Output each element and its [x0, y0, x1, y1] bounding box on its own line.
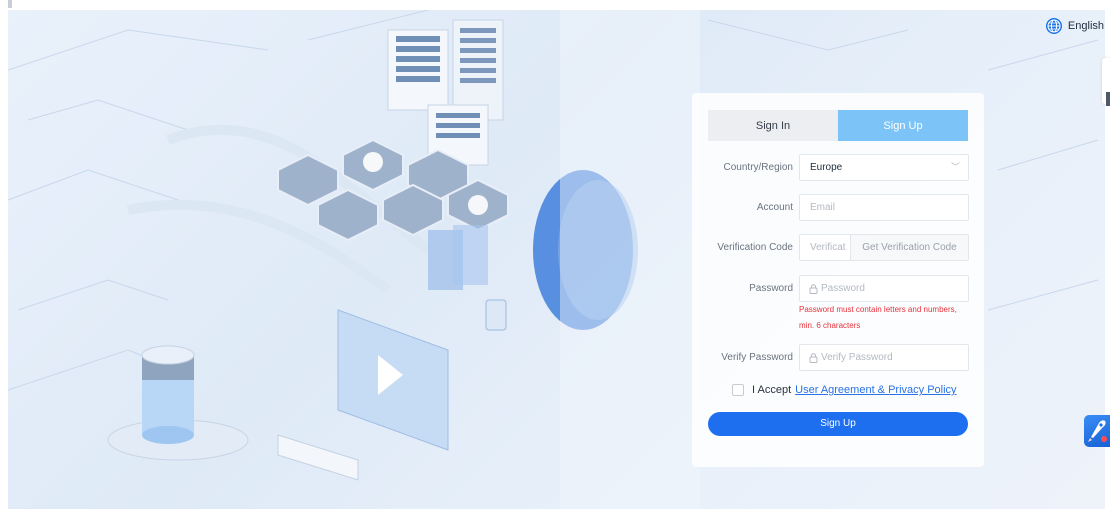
lock-icon	[809, 284, 818, 294]
country-value: Europe	[810, 162, 843, 173]
account-placeholder: Email	[810, 202, 836, 213]
chevron-down-icon: ﹀	[950, 162, 960, 172]
tab-sign-in[interactable]: Sign In	[708, 110, 838, 141]
account-label: Account	[756, 202, 793, 213]
verify-password-row: Verify Password Verify Password	[692, 344, 984, 371]
verify-password-input[interactable]: Verify Password	[799, 344, 969, 371]
password-placeholder: Password	[821, 283, 865, 294]
tab-sign-up[interactable]: Sign Up	[838, 110, 968, 141]
window-edge-marker	[8, 0, 12, 8]
signup-panel: Sign In Sign Up Country/Region Europe ﹀ …	[692, 93, 984, 467]
verify-password-label: Verify Password	[721, 352, 793, 363]
verification-placeholder: Verificat	[810, 242, 846, 253]
verification-label: Verification Code	[717, 242, 793, 253]
tab-sign-in-label: Sign In	[755, 119, 791, 132]
side-panel-handle	[1106, 92, 1110, 106]
password-input[interactable]: Password	[799, 275, 969, 302]
account-input[interactable]: Email	[799, 194, 969, 221]
globe-icon	[1045, 18, 1062, 34]
password-row: Password Password	[692, 275, 984, 302]
agreement-row: I Accept User Agreement & Privacy Policy	[732, 383, 957, 397]
country-label: Country/Region	[723, 162, 793, 173]
verify-password-placeholder: Verify Password	[821, 352, 893, 363]
rocket-launcher-button[interactable]	[1084, 415, 1110, 447]
agreement-checkbox[interactable]	[732, 384, 744, 396]
tab-sign-up-label: Sign Up	[883, 119, 923, 132]
country-row: Country/Region Europe ﹀	[692, 154, 984, 181]
lock-icon	[809, 353, 818, 363]
sign-up-button[interactable]: Sign Up	[708, 412, 968, 436]
account-row: Account Email	[692, 194, 984, 221]
auth-tabs: Sign In Sign Up	[708, 110, 968, 141]
rocket-icon	[1088, 420, 1107, 442]
verification-code-input[interactable]: Verificat	[799, 234, 851, 261]
password-error-message: Password must contain letters and number…	[799, 302, 979, 334]
user-agreement-link[interactable]: User Agreement & Privacy Policy	[795, 384, 956, 396]
country-select[interactable]: Europe ﹀	[799, 154, 969, 181]
language-switcher[interactable]: English	[1045, 18, 1104, 34]
password-error-line-2: min. 6 characters	[799, 321, 861, 330]
password-error-line-1: Password must contain letters and number…	[799, 305, 957, 314]
language-label: English	[1067, 20, 1104, 32]
password-label: Password	[749, 283, 793, 294]
page: English Sign In Sign Up Country/Region E…	[0, 0, 1110, 509]
agreement-prefix: I Accept	[752, 384, 792, 396]
verification-row: Verification Code Verificat Get Verifica…	[692, 234, 984, 261]
get-verification-code-button[interactable]: Get Verification Code	[850, 234, 969, 261]
